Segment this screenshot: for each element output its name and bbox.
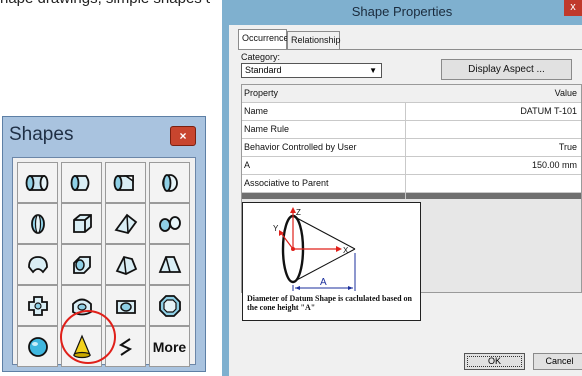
pyramid-tool[interactable] <box>105 244 146 285</box>
grid-header-row: Property Value <box>242 85 581 103</box>
grid-row-value[interactable]: 150.00 mm <box>532 160 577 170</box>
dialog-body: Occurrence Relationship Category: Standa… <box>229 25 582 376</box>
tab-occurrence[interactable]: Occurrence <box>238 29 289 49</box>
cylinder-vertical-icon <box>30 213 45 234</box>
cylinder-horizontal-icon <box>25 174 48 191</box>
tab-relationship[interactable]: Relationship <box>287 31 341 49</box>
cylinder-end-icon <box>161 173 178 192</box>
dialog-title: Shape Properties <box>351 4 453 19</box>
grid-row-property: Name <box>244 106 269 116</box>
axis-y-label: Y <box>273 224 279 233</box>
axis-x-label: X <box>343 246 349 255</box>
torus-icon <box>27 255 48 273</box>
cone-diagram-figure: Z Y X A <box>273 207 356 291</box>
grid-row-value[interactable]: True <box>559 142 577 152</box>
ok-button[interactable]: OK <box>464 353 525 370</box>
octagon-icon <box>158 294 181 317</box>
shapes-palette-close-button[interactable]: × <box>170 126 196 146</box>
axis-z-label: Z <box>296 208 301 217</box>
wedge-tool[interactable] <box>105 203 146 244</box>
sphere-icon <box>27 336 48 357</box>
octagon-tool[interactable] <box>149 285 190 326</box>
cylinder-notch-icon <box>113 174 134 191</box>
grid-row-name[interactable]: Name DATUM T-101 <box>242 103 581 121</box>
cylinder-vertical-tool[interactable] <box>17 203 58 244</box>
grid-row-associative[interactable]: Associative to Parent <box>242 175 581 193</box>
elbow-icon <box>158 215 181 232</box>
grid-row-property: Behavior Controlled by User <box>244 142 357 152</box>
cross-tool[interactable] <box>17 285 58 326</box>
grid-header-property: Property <box>244 88 279 98</box>
saddle-tool[interactable] <box>61 244 102 285</box>
pyramid-icon <box>115 255 137 275</box>
grid-header-value: Value <box>554 88 577 98</box>
dialog-close-button[interactable]: x <box>564 0 582 16</box>
box-tool[interactable] <box>61 203 102 244</box>
shape-properties-dialog: Shape Properties x Occurrence Relationsh… <box>222 0 582 376</box>
cylinder-cut-icon <box>70 174 89 191</box>
elbow-tool[interactable] <box>149 203 190 244</box>
diagram-caption: Diameter of Datum Shape is caclulated ba… <box>247 294 412 312</box>
cylinder-end-tool[interactable] <box>149 162 190 203</box>
shapes-palette-title: Shapes <box>9 124 74 145</box>
cone-highlight-ring <box>60 310 116 364</box>
sphere-tool[interactable] <box>17 326 58 367</box>
tab-divider <box>238 49 582 50</box>
grid-row-name-rule[interactable]: Name Rule <box>242 121 581 139</box>
chevron-down-icon: ▼ <box>369 66 377 75</box>
transition-icon <box>158 255 181 273</box>
transition-tool[interactable] <box>149 244 190 285</box>
more-shapes-label: More <box>152 338 187 355</box>
display-aspect-button[interactable]: Display Aspect ... <box>441 59 572 80</box>
cancel-button[interactable]: Cancel <box>533 353 582 370</box>
grid-row-value[interactable]: DATUM T-101 <box>520 106 577 116</box>
saddle-icon <box>72 255 91 274</box>
category-select[interactable]: Standard ▼ <box>241 63 382 78</box>
tee-icon <box>115 299 136 314</box>
category-label: Category: <box>241 52 281 62</box>
grid-row-a[interactable]: A 150.00 mm <box>242 157 581 175</box>
cross-icon <box>27 295 48 316</box>
tee-tool[interactable] <box>105 285 146 326</box>
category-select-value: Standard <box>245 65 282 75</box>
cylinder-notch-tool[interactable] <box>105 162 146 203</box>
grid-row-property: Name Rule <box>244 124 290 134</box>
torus-tool[interactable] <box>17 244 58 285</box>
background-document-text: hape drawings, simple shapes are <box>0 0 210 12</box>
box-icon <box>72 213 92 233</box>
wedge-icon <box>113 213 137 234</box>
datum-cone-diagram: Z Y X A Diameter of Datum Shape is caclu… <box>242 202 421 321</box>
cylinder-cut-tool[interactable] <box>61 162 102 203</box>
more-shapes-button[interactable]: More <box>149 326 190 367</box>
grid-row-property: Associative to Parent <box>244 178 329 188</box>
cylinder-horizontal-tool[interactable] <box>17 162 58 203</box>
grid-row-property: A <box>244 160 251 170</box>
grid-row-behavior[interactable]: Behavior Controlled by User True <box>242 139 581 157</box>
dimension-a-label: A <box>320 277 327 288</box>
